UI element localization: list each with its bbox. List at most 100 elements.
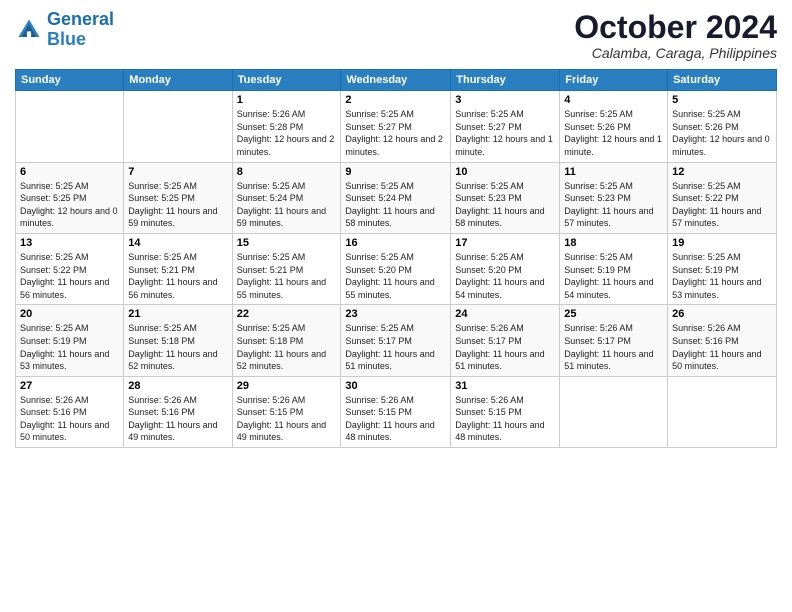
- day-number: 16: [345, 237, 446, 249]
- calendar-cell: 3 Sunrise: 5:25 AM Sunset: 5:27 PM Daylig…: [451, 91, 560, 162]
- day-number: 2: [345, 94, 446, 106]
- day-number: 4: [564, 94, 663, 106]
- weekday-header-tuesday: Tuesday: [232, 70, 341, 91]
- calendar-cell: [16, 91, 124, 162]
- day-info: Sunrise: 5:25 AM Sunset: 5:20 PM Dayligh…: [455, 251, 555, 301]
- calendar-cell: 1Sunrise: 5:26 AM Sunset: 5:28 PM Daylig…: [232, 91, 341, 162]
- calendar-cell: 8Sunrise: 5:25 AM Sunset: 5:24 PM Daylig…: [232, 162, 341, 233]
- calendar-cell: 27 Sunrise: 5:26 AM Sunset: 5:16 PM Dayli…: [16, 376, 124, 447]
- weekday-header-monday: Monday: [124, 70, 232, 91]
- calendar-cell: 29Sunrise: 5:26 AM Sunset: 5:15 PM Dayli…: [232, 376, 341, 447]
- calendar-cell: 9 Sunrise: 5:25 AM Sunset: 5:24 PM Daylig…: [341, 162, 451, 233]
- title-block: October 2024 Calamba, Caraga, Philippine…: [574, 10, 777, 61]
- day-info: Sunrise: 5:25 AM Sunset: 5:24 PM Dayligh…: [345, 180, 446, 230]
- day-info: Sunrise: 5:26 AM Sunset: 5:17 PM Dayligh…: [564, 322, 663, 372]
- calendar-cell: 26 Sunrise: 5:26 AM Sunset: 5:16 PM Dayli…: [668, 305, 777, 376]
- calendar-cell: 17Sunrise: 5:25 AM Sunset: 5:20 PM Dayli…: [451, 233, 560, 304]
- weekday-header-sunday: Sunday: [16, 70, 124, 91]
- logo: General Blue: [15, 10, 114, 50]
- day-info: Sunrise: 5:25 AM Sunset: 5:21 PM Dayligh…: [128, 251, 227, 301]
- calendar-cell: 12 Sunrise: 5:25 AM Sunset: 5:22 PM Dayli…: [668, 162, 777, 233]
- calendar-cell: 23 Sunrise: 5:25 AM Sunset: 5:17 PM Dayli…: [341, 305, 451, 376]
- weekday-header-row: SundayMondayTuesdayWednesdayThursdayFrid…: [16, 70, 777, 91]
- day-number: 20: [20, 308, 119, 320]
- day-number: 31: [455, 380, 555, 392]
- day-number: 3: [455, 94, 555, 106]
- week-row-3: 20Sunrise: 5:25 AM Sunset: 5:19 PM Dayli…: [16, 305, 777, 376]
- day-info: Sunrise: 5:25 AM Sunset: 5:22 PM Dayligh…: [672, 180, 772, 230]
- day-info: Sunrise: 5:25 AM Sunset: 5:23 PM Dayligh…: [564, 180, 663, 230]
- logo-line1: General: [47, 9, 114, 29]
- day-number: 30: [345, 380, 446, 392]
- day-info: Sunrise: 5:25 AM Sunset: 5:26 PM Dayligh…: [672, 108, 772, 158]
- day-info: Sunrise: 5:25 AM Sunset: 5:19 PM Dayligh…: [672, 251, 772, 301]
- day-number: 27: [20, 380, 119, 392]
- week-row-1: 6 Sunrise: 5:25 AM Sunset: 5:25 PM Daylig…: [16, 162, 777, 233]
- day-number: 15: [237, 237, 337, 249]
- day-info: Sunrise: 5:25 AM Sunset: 5:26 PM Dayligh…: [564, 108, 663, 158]
- day-number: 26: [672, 308, 772, 320]
- week-row-2: 13Sunrise: 5:25 AM Sunset: 5:22 PM Dayli…: [16, 233, 777, 304]
- calendar-cell: 19 Sunrise: 5:25 AM Sunset: 5:19 PM Dayli…: [668, 233, 777, 304]
- calendar-cell: 5Sunrise: 5:25 AM Sunset: 5:26 PM Daylig…: [668, 91, 777, 162]
- day-number: 12: [672, 166, 772, 178]
- day-info: Sunrise: 5:25 AM Sunset: 5:24 PM Dayligh…: [237, 180, 337, 230]
- calendar-cell: 18Sunrise: 5:25 AM Sunset: 5:19 PM Dayli…: [560, 233, 668, 304]
- calendar-cell: 6 Sunrise: 5:25 AM Sunset: 5:25 PM Daylig…: [16, 162, 124, 233]
- calendar-cell: 22 Sunrise: 5:25 AM Sunset: 5:18 PM Dayli…: [232, 305, 341, 376]
- calendar-cell: [668, 376, 777, 447]
- day-info: Sunrise: 5:25 AM Sunset: 5:23 PM Dayligh…: [455, 180, 555, 230]
- day-info: Sunrise: 5:26 AM Sunset: 5:15 PM Dayligh…: [345, 394, 446, 444]
- page: General Blue October 2024 Calamba, Carag…: [0, 0, 792, 612]
- calendar-cell: 21Sunrise: 5:25 AM Sunset: 5:18 PM Dayli…: [124, 305, 232, 376]
- day-info: Sunrise: 5:25 AM Sunset: 5:27 PM Dayligh…: [345, 108, 446, 158]
- calendar-cell: 16 Sunrise: 5:25 AM Sunset: 5:20 PM Dayli…: [341, 233, 451, 304]
- day-info: Sunrise: 5:25 AM Sunset: 5:18 PM Dayligh…: [237, 322, 337, 372]
- day-number: 23: [345, 308, 446, 320]
- calendar-cell: 10 Sunrise: 5:25 AM Sunset: 5:23 PM Dayli…: [451, 162, 560, 233]
- day-info: Sunrise: 5:26 AM Sunset: 5:16 PM Dayligh…: [20, 394, 119, 444]
- day-info: Sunrise: 5:26 AM Sunset: 5:16 PM Dayligh…: [672, 322, 772, 372]
- calendar-cell: [560, 376, 668, 447]
- day-number: 9: [345, 166, 446, 178]
- day-info: Sunrise: 5:26 AM Sunset: 5:16 PM Dayligh…: [128, 394, 227, 444]
- day-number: 28: [128, 380, 227, 392]
- day-number: 21: [128, 308, 227, 320]
- calendar-cell: [124, 91, 232, 162]
- calendar-cell: 24Sunrise: 5:26 AM Sunset: 5:17 PM Dayli…: [451, 305, 560, 376]
- month-title: October 2024: [574, 10, 777, 45]
- day-number: 14: [128, 237, 227, 249]
- calendar-cell: 20Sunrise: 5:25 AM Sunset: 5:19 PM Dayli…: [16, 305, 124, 376]
- calendar-cell: 14 Sunrise: 5:25 AM Sunset: 5:21 PM Dayli…: [124, 233, 232, 304]
- calendar-cell: 11Sunrise: 5:25 AM Sunset: 5:23 PM Dayli…: [560, 162, 668, 233]
- calendar-cell: 30 Sunrise: 5:26 AM Sunset: 5:15 PM Dayli…: [341, 376, 451, 447]
- day-info: Sunrise: 5:25 AM Sunset: 5:21 PM Dayligh…: [237, 251, 337, 301]
- calendar-cell: 7 Sunrise: 5:25 AM Sunset: 5:25 PM Daylig…: [124, 162, 232, 233]
- day-number: 6: [20, 166, 119, 178]
- day-number: 29: [237, 380, 337, 392]
- day-number: 19: [672, 237, 772, 249]
- logo-text: General Blue: [47, 10, 114, 50]
- weekday-header-saturday: Saturday: [668, 70, 777, 91]
- day-number: 18: [564, 237, 663, 249]
- day-info: Sunrise: 5:25 AM Sunset: 5:27 PM Dayligh…: [455, 108, 555, 158]
- location-title: Calamba, Caraga, Philippines: [574, 45, 777, 61]
- calendar: SundayMondayTuesdayWednesdayThursdayFrid…: [15, 69, 777, 448]
- day-info: Sunrise: 5:25 AM Sunset: 5:20 PM Dayligh…: [345, 251, 446, 301]
- day-number: 13: [20, 237, 119, 249]
- day-number: 10: [455, 166, 555, 178]
- calendar-cell: 2 Sunrise: 5:25 AM Sunset: 5:27 PM Daylig…: [341, 91, 451, 162]
- day-number: 25: [564, 308, 663, 320]
- day-info: Sunrise: 5:25 AM Sunset: 5:25 PM Dayligh…: [20, 180, 119, 230]
- calendar-cell: 13Sunrise: 5:25 AM Sunset: 5:22 PM Dayli…: [16, 233, 124, 304]
- day-number: 1: [237, 94, 337, 106]
- weekday-header-thursday: Thursday: [451, 70, 560, 91]
- day-number: 7: [128, 166, 227, 178]
- calendar-cell: 25 Sunrise: 5:26 AM Sunset: 5:17 PM Dayli…: [560, 305, 668, 376]
- day-info: Sunrise: 5:25 AM Sunset: 5:25 PM Dayligh…: [128, 180, 227, 230]
- logo-line2: Blue: [47, 29, 86, 49]
- day-number: 22: [237, 308, 337, 320]
- weekday-header-friday: Friday: [560, 70, 668, 91]
- header: General Blue October 2024 Calamba, Carag…: [15, 10, 777, 61]
- day-info: Sunrise: 5:25 AM Sunset: 5:17 PM Dayligh…: [345, 322, 446, 372]
